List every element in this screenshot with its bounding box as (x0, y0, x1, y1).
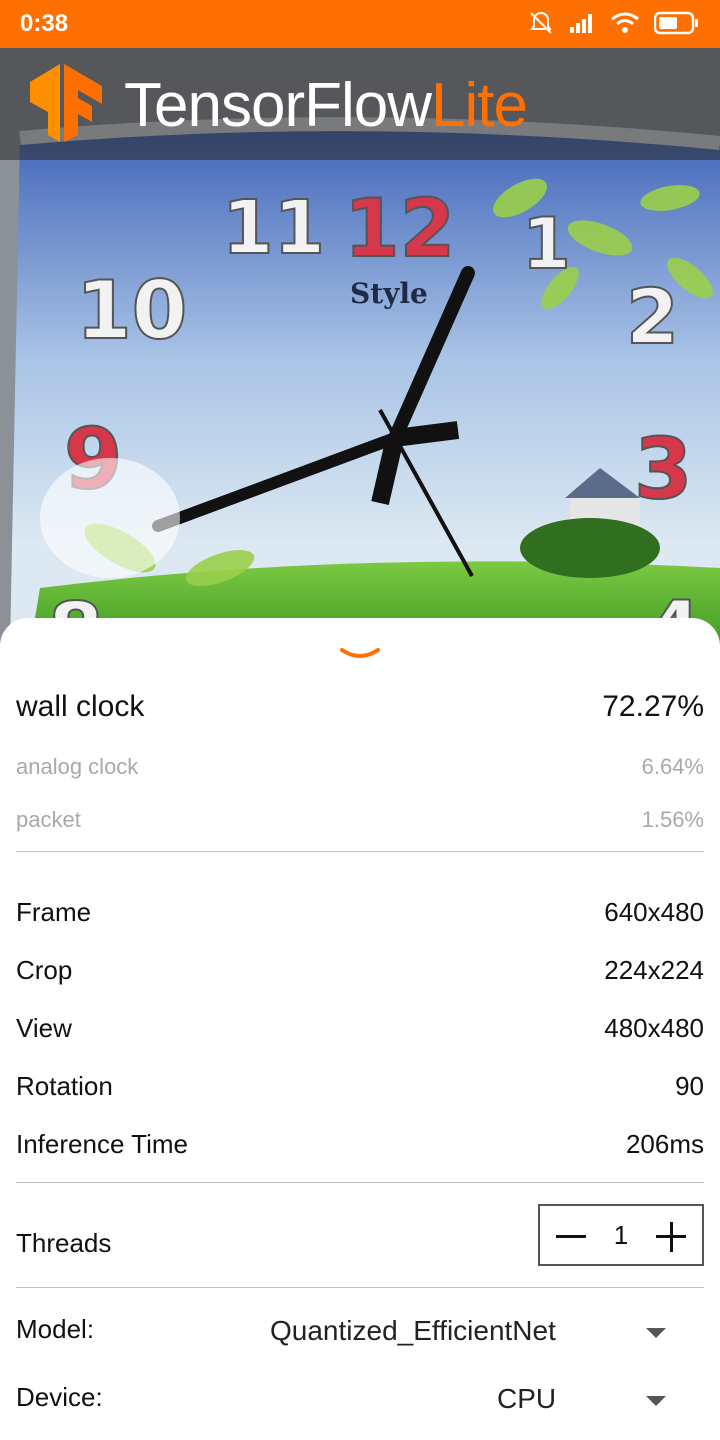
stat-row-frame: Frame 640x480 (16, 897, 704, 928)
bottom-sheet: wall clock 72.27% analog clock 6.64% pac… (0, 618, 720, 1440)
stat-row-inference-time: Inference Time 206ms (16, 1129, 704, 1160)
chevron-down-icon[interactable] (338, 646, 382, 669)
stat-value: 224x224 (604, 955, 704, 985)
device-dropdown-icon[interactable] (646, 1396, 666, 1406)
stat-label: View (16, 1013, 72, 1043)
model-dropdown-icon[interactable] (646, 1328, 666, 1338)
status-icons (528, 10, 700, 41)
status-bar: 0:38 (0, 0, 720, 48)
threads-label: Threads (16, 1228, 112, 1258)
stat-value: 480x480 (604, 1013, 704, 1043)
tensorflow-logo-icon (30, 64, 102, 147)
app-title-main: TensorFlow (124, 71, 432, 140)
svg-text:1: 1 (522, 203, 571, 285)
svg-text:3: 3 (634, 420, 692, 518)
threads-stepper: 1 (538, 1204, 704, 1266)
signal-icon (568, 11, 596, 40)
divider (16, 1287, 704, 1288)
result-label: analog clock (16, 754, 139, 779)
stat-value: 206ms (625, 1129, 704, 1159)
divider (16, 851, 704, 852)
app-title-accent: Lite (431, 71, 528, 140)
model-label: Model: (16, 1314, 95, 1344)
status-time: 0:38 (20, 10, 69, 37)
stat-label: Crop (16, 955, 73, 985)
svg-text:12: 12 (344, 182, 455, 275)
stat-value: 640x480 (604, 897, 704, 927)
stat-label: Rotation (16, 1071, 113, 1101)
device-select[interactable]: CPU (497, 1383, 556, 1415)
svg-text:Style: Style (350, 277, 428, 310)
stat-label: Frame (16, 897, 92, 927)
svg-text:11: 11 (222, 185, 325, 271)
model-select[interactable]: Quantized_EfficientNet (270, 1315, 556, 1347)
stat-row-crop: Crop 224x224 (16, 955, 704, 986)
notifications-off-icon (528, 10, 554, 41)
result-score: 1.56% (641, 807, 704, 832)
stat-label: Inference Time (16, 1129, 188, 1159)
wifi-icon (610, 11, 640, 40)
result-row: packet 1.56% (16, 807, 704, 833)
result-label: packet (16, 807, 81, 832)
result-row-top: wall clock 72.27% (16, 690, 704, 724)
device-label: Device: (16, 1382, 103, 1412)
stat-value: 90 (675, 1071, 704, 1101)
svg-text:2: 2 (626, 272, 679, 361)
app-title: TensorFlowLite (124, 70, 528, 141)
battery-icon (653, 11, 700, 40)
result-score: 6.64% (641, 754, 704, 779)
app-bar: TensorFlowLite (0, 48, 720, 160)
svg-text:10: 10 (76, 264, 187, 357)
divider (16, 1182, 704, 1183)
result-row: analog clock 6.64% (16, 754, 704, 780)
result-score: 72.27% (602, 690, 704, 723)
stat-row-view: View 480x480 (16, 1013, 704, 1044)
result-label: wall clock (16, 690, 145, 723)
stat-row-rotation: Rotation 90 (16, 1071, 704, 1102)
